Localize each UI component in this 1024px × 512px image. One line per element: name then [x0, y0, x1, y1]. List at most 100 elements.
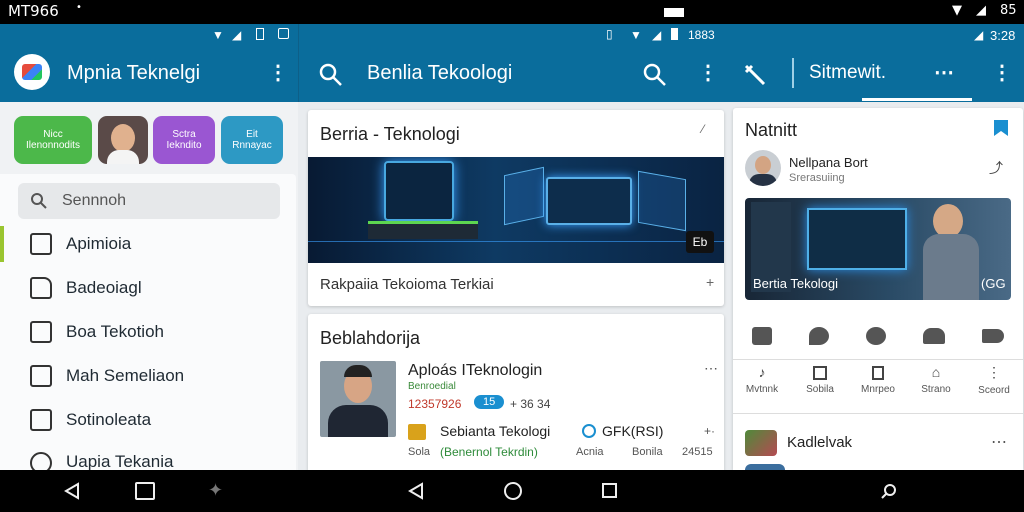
article-extra: + 36 34 [510, 397, 551, 411]
home-icon[interactable] [504, 482, 522, 500]
featured-card[interactable]: Berria - Teknologi ⁄ Eb Rakpaiia Tekoiom… [308, 110, 724, 306]
more-horiz-icon[interactable]: ⋯ [934, 60, 954, 85]
expand-icon[interactable]: +· [704, 424, 715, 438]
vibrate-icon: ▯ [606, 27, 613, 41]
row-label[interactable]: Sebianta Tekologi [440, 423, 550, 439]
meta-b: Bonila [632, 446, 663, 458]
recents-icon[interactable] [602, 483, 617, 498]
carrier-label: MT966 [8, 2, 59, 20]
menu-item-apimioia[interactable]: Apimioia [0, 222, 296, 266]
search-field[interactable]: Sennnoh [18, 183, 280, 219]
tool-icon[interactable] [742, 62, 768, 88]
row-code: GFK(RSI) [602, 423, 664, 439]
menu-item-badeoiagl[interactable]: Badeoiagl [0, 266, 296, 310]
more-horiz-icon[interactable]: ⋯ [704, 360, 718, 377]
action-strano[interactable]: ⌂ Strano [907, 364, 965, 413]
menu-item-boa-tekotioh[interactable]: Boa Tekotioh [0, 310, 296, 354]
chip-line2: Rnnayac [232, 140, 272, 151]
menu-item-uapia-tekania[interactable]: Uapia Tekania [0, 442, 296, 474]
reaction-row [733, 312, 1023, 360]
action-sceord[interactable]: ⋮ Sceord [965, 364, 1023, 413]
app-bar: ▼ ◢ ▯ ▼ ◢ 1883 ◢ 3:28 Mpnia Teknelgi ⋮ B… [0, 24, 1024, 102]
search-icon[interactable] [642, 62, 668, 88]
action-label: Strano [921, 384, 951, 395]
back-icon[interactable] [408, 482, 424, 500]
dot-icon: • [76, 2, 82, 13]
comment-icon[interactable] [808, 326, 829, 345]
check-icon[interactable] [865, 326, 886, 345]
signal-icon: ◢ [652, 28, 662, 42]
share-icon[interactable] [982, 328, 1005, 343]
more-horiz-icon[interactable]: ⋯ [991, 432, 1007, 452]
article-sub: Benroedial [408, 381, 456, 392]
more-vert-icon: ⋮ [987, 364, 1001, 380]
share-icon[interactable]: ⤴ [989, 158, 1003, 178]
avatar[interactable] [98, 116, 148, 164]
article-title[interactable]: Aploás ITeknologin [408, 362, 542, 380]
grid-icon [30, 233, 52, 255]
chip-blue[interactable]: Eit Rnnayac [221, 116, 283, 164]
action-mvtnnk[interactable]: ♪ Mvtnnk [733, 364, 791, 413]
author-name[interactable]: Nellpana Bort [789, 155, 868, 170]
action-sobila[interactable]: Sobila [791, 364, 849, 413]
article-thumbnail[interactable] [320, 361, 396, 437]
search-icon[interactable] [880, 482, 898, 500]
grid-icon [813, 366, 827, 380]
search-placeholder: Sennnoh [62, 192, 127, 209]
lock-icon [30, 409, 52, 431]
chip-purple[interactable]: Sctra Iekndito [153, 116, 215, 164]
search-icon[interactable] [318, 62, 344, 88]
chip-line2: Iekndito [166, 140, 202, 151]
menu-label: Mah Semeliaon [66, 366, 185, 385]
article-card-heading: Beblahdorija [320, 328, 421, 348]
menu-item-sotinoleata[interactable]: Sotinoleata [0, 398, 296, 442]
signal-icon: ◢ [976, 3, 986, 18]
circle-icon [582, 424, 596, 438]
notch [664, 8, 684, 17]
signal-icon: ◢ [974, 28, 984, 42]
menu-label: Uapia Tekania [66, 452, 174, 471]
bookmark-icon[interactable] [991, 118, 1011, 138]
home-icon: ⌂ [931, 364, 941, 380]
article-card: Beblahdorija Aploás ITeknologin Benroedi… [308, 314, 724, 474]
expand-icon[interactable]: + [706, 274, 714, 290]
author-avatar[interactable] [745, 150, 781, 186]
footer-name[interactable]: Kadlelvak [787, 434, 852, 451]
action-label: Sobila [806, 384, 834, 395]
action-mnrpeo[interactable]: Mnrpeo [849, 364, 907, 413]
more-vert-icon[interactable]: ⋮ [698, 60, 718, 85]
chip-line1: Sctra [172, 129, 196, 140]
wifi-icon: ▼ [212, 28, 224, 42]
like-icon[interactable] [751, 326, 772, 345]
app-logo[interactable] [14, 54, 50, 90]
meta-num: 24515 [682, 446, 713, 458]
action-row: ♪ Mvtnnk Sobila Mnrpeo ⌂ Strano ⋮ Sceord [733, 364, 1023, 414]
menu-label: Apimioia [66, 234, 132, 253]
wifi-icon: ▼ [630, 28, 642, 42]
footer-thumbnail[interactable] [745, 430, 777, 456]
status-time-mid: 1883 [688, 28, 715, 42]
edit-icon[interactable]: ⁄ [702, 122, 704, 136]
chip-green[interactable]: Nicc Ilenonnodits [14, 116, 92, 164]
people-icon[interactable] [923, 327, 946, 344]
featured-badge: Eb [686, 231, 714, 253]
feature-image[interactable]: Bertia Tekologi (GG [745, 198, 1011, 300]
more-vert-icon[interactable]: ⋮ [992, 60, 1012, 85]
drawer: Sennnoh Apimioia Badeoiagl Boa Tekotioh … [0, 174, 296, 474]
article-number: 12357926 [408, 397, 462, 411]
more-vert-icon[interactable]: ⋮ [268, 60, 288, 85]
screenshot-icon[interactable] [135, 482, 155, 500]
app-icon [278, 28, 289, 39]
back-icon[interactable] [64, 482, 80, 500]
menu-label: Badeoiagl [66, 278, 142, 297]
star-icon [408, 424, 426, 440]
wifi-icon: ▼ [952, 3, 962, 18]
menu-item-mah-semeliaon[interactable]: Mah Semeliaon [0, 354, 296, 398]
author-sub: Srerasuiing [789, 172, 845, 184]
featured-caption: Rakpaiia Tekoioma Terkiai [320, 276, 494, 293]
status-bar: MT966 • ▼ ◢ 85 [0, 0, 1024, 24]
meta-left: Sola [408, 446, 431, 458]
meta-green: (Benernol Tekrdin) [440, 445, 538, 459]
action-label: Sceord [978, 385, 1010, 396]
tool-icon[interactable]: ✦ [208, 480, 223, 501]
